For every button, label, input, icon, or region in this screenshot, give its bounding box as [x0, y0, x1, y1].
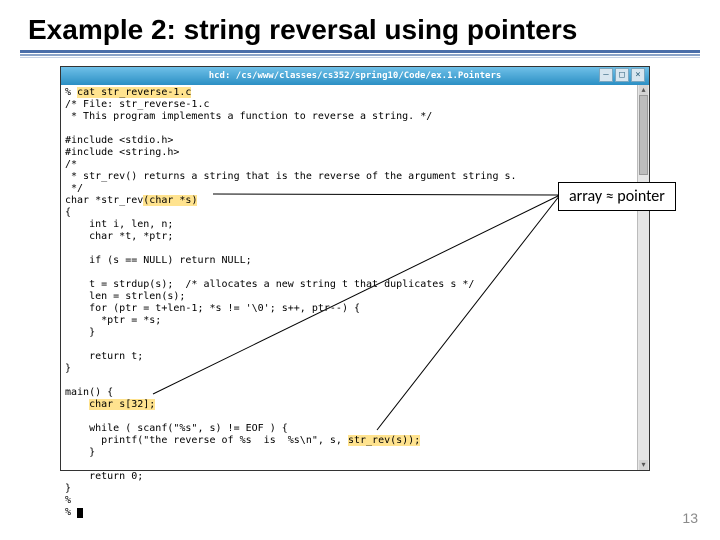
terminal-body: % cat str_reverse-1.c /* File: str_rever… [61, 85, 649, 521]
scrollbar-thumb[interactable] [639, 95, 648, 175]
highlight-strrev-call: str_rev(s)); [348, 435, 420, 446]
slide-title: Example 2: string reversal using pointer… [0, 0, 720, 50]
highlight-fn-param: (char *s) [143, 195, 197, 206]
cursor [77, 508, 83, 518]
page-number: 13 [682, 510, 698, 526]
maximize-button[interactable]: □ [615, 68, 629, 82]
terminal-title-text: hcd: /cs/www/classes/cs352/spring10/Code… [209, 71, 502, 81]
highlight-cat-cmd: cat str_reverse-1.c [77, 87, 191, 98]
highlight-array-decl: char s[32]; [89, 399, 155, 410]
scroll-down-icon[interactable]: ▾ [639, 460, 648, 470]
window-buttons: – □ × [599, 68, 645, 82]
title-underline [20, 50, 700, 58]
minimize-button[interactable]: – [599, 68, 613, 82]
callout-box: array ≈ pointer [558, 182, 676, 211]
scrollbar[interactable]: ▴ ▾ [637, 85, 649, 470]
scroll-up-icon[interactable]: ▴ [639, 85, 648, 95]
callout-text: array ≈ pointer [569, 187, 665, 206]
terminal-titlebar: hcd: /cs/www/classes/cs352/spring10/Code… [61, 67, 649, 85]
close-button[interactable]: × [631, 68, 645, 82]
terminal-window: hcd: /cs/www/classes/cs352/spring10/Code… [60, 66, 650, 471]
